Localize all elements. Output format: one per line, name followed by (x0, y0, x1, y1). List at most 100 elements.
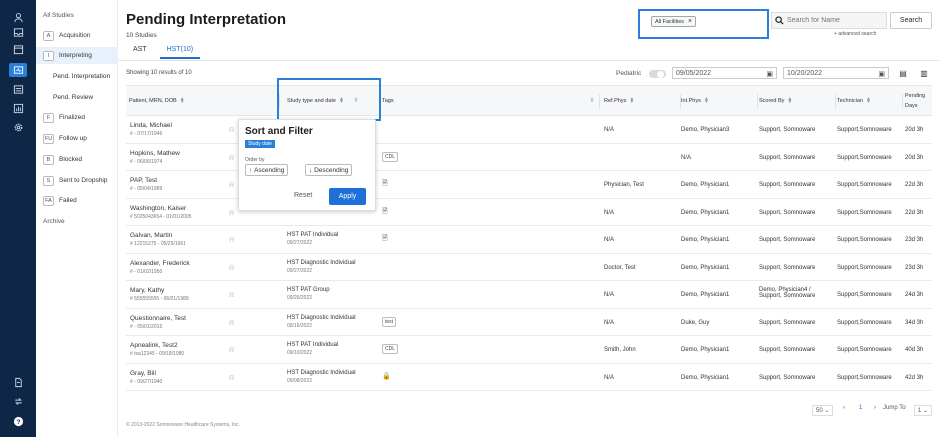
document-tag-icon[interactable]: 🗎 (382, 208, 388, 215)
ascending-button[interactable]: ↑ Ascending (245, 164, 289, 176)
patient-cell[interactable]: Apnealink, Test2 # tsa12345 - 09/18/1980 (130, 342, 184, 357)
calendar-icon[interactable] (9, 42, 27, 56)
bell-icon[interactable]: ⍾ (229, 345, 234, 355)
sidebar-item-sent-to-dropship[interactable]: S Sent to Dropship (36, 172, 118, 189)
tag-badge[interactable]: test (382, 316, 397, 327)
search-button[interactable]: Search (890, 12, 932, 29)
bell-icon[interactable]: ⍾ (229, 125, 234, 135)
report-icon[interactable] (9, 82, 27, 96)
patient-cell[interactable]: Questionnaire, Test # - 05/01/2016 (130, 315, 186, 330)
document-tag-icon[interactable]: 🗎 (382, 235, 388, 242)
sidebar-item-follow-up[interactable]: FU Follow up (36, 130, 118, 147)
tab-hst[interactable]: HST(10) (159, 45, 201, 59)
col-tags[interactable]: Tags ⊽ (382, 86, 600, 115)
calendar-icon[interactable]: ▣ (766, 70, 773, 78)
bell-icon[interactable]: ⍾ (229, 290, 234, 300)
patient-name[interactable]: Linda, Michael (130, 122, 172, 129)
bell-icon[interactable]: ⍾ (229, 153, 234, 163)
reset-button[interactable]: Reset (294, 192, 312, 199)
users-icon[interactable] (9, 10, 27, 24)
table-row[interactable]: Mary, Kathy # 555555555 - 06/01/1989 ⍾ HST … (126, 281, 932, 309)
chart-icon[interactable] (9, 101, 27, 115)
sidebar-item-blocked[interactable]: B Blocked (36, 151, 118, 168)
date-from-field[interactable]: 09/05/2022 ▣ (672, 67, 777, 79)
sidebar-item-pend-review[interactable]: Pend. Review (36, 89, 118, 106)
descending-button[interactable]: ↓ Descending (305, 164, 353, 176)
document-tag-icon[interactable]: 🗎 (382, 180, 388, 187)
close-icon[interactable]: × (688, 18, 692, 25)
sort-icon[interactable]: ▲ ▼ (629, 96, 634, 104)
help-icon[interactable]: ? (9, 414, 27, 428)
tag-badge[interactable]: CDL (382, 151, 399, 162)
columns-icon[interactable]: ▤ (898, 68, 908, 78)
col-ref-phys[interactable]: Ref.Phys ▲ ▼ (604, 86, 681, 115)
col-technician[interactable]: Technician ▲ ▼ (837, 86, 903, 115)
bell-icon[interactable]: ⍾ (229, 208, 234, 218)
sidebar-item-interpreting[interactable]: I Interpreting (36, 47, 118, 64)
current-page[interactable]: 1 (859, 405, 862, 411)
patient-name[interactable]: PAP, Test (130, 177, 162, 184)
sort-icon[interactable]: ▲ ▼ (787, 96, 792, 104)
monitor-icon[interactable] (9, 63, 27, 77)
patient-name[interactable]: Alexander, Frederick (130, 260, 190, 267)
table-row[interactable]: Galvan, Martin # 12215275 - 05/29/1961 ⍾ HS… (126, 226, 932, 254)
col-int-phys[interactable]: Int.Phys ▲ ▼ (681, 86, 758, 115)
sort-icon[interactable]: ▲ ▼ (180, 96, 185, 104)
patient-name[interactable]: Gray, Bill (130, 370, 162, 377)
sidebar-item-acquisition[interactable]: A Acquisition (36, 27, 118, 44)
date-to-field[interactable]: 10/20/2022 ▣ (783, 67, 889, 79)
patient-name[interactable]: Washington, Kaiser (130, 205, 191, 212)
facility-chip[interactable]: All Facilities × (651, 16, 697, 27)
search-input[interactable] (787, 17, 882, 24)
patient-name[interactable]: Questionnaire, Test (130, 315, 186, 322)
table-row[interactable]: Gray, Bill # - 09/27/1940 ⍾ HST Diagnostic … (126, 364, 932, 391)
bell-icon[interactable]: ⍾ (229, 263, 234, 273)
calendar-icon[interactable]: ▣ (878, 70, 885, 78)
advanced-search-link[interactable]: + advanced search (834, 31, 876, 37)
sidebar-all-studies[interactable]: All Studies (36, 7, 118, 24)
patient-cell[interactable]: Washington, Kaiser # 5025043654 - 01/01/2… (130, 205, 191, 220)
apply-button[interactable]: Apply (329, 188, 366, 205)
patient-cell[interactable]: Alexander, Frederick # - 01/02/1950 (130, 260, 190, 275)
tag-badge[interactable]: CDL (382, 344, 399, 354)
col-scored-by[interactable]: Scored By ▲ ▼ (759, 86, 836, 115)
lock-icon[interactable]: 🔒 (382, 373, 391, 380)
bell-icon[interactable]: ⍾ (229, 318, 234, 328)
bell-icon[interactable]: ⍾ (229, 373, 234, 383)
col-pending-days[interactable]: Pending Days (905, 86, 931, 115)
patient-name[interactable]: Apnealink, Test2 (130, 342, 184, 349)
patient-name[interactable]: Galvan, Martin (130, 232, 186, 239)
tab-ast[interactable]: AST (126, 45, 154, 59)
bell-icon[interactable]: ⍾ (229, 235, 234, 245)
patient-cell[interactable]: Galvan, Martin # 12215275 - 05/29/1961 (130, 232, 186, 247)
table-row[interactable]: Apnealink, Test2 # tsa12345 - 09/18/1980 ⍾… (126, 336, 932, 364)
filter-icon[interactable]: ⊽ (590, 98, 594, 104)
export-icon[interactable]: ▥ (919, 68, 929, 78)
prev-page-icon[interactable]: ‹ (843, 405, 845, 411)
patient-name[interactable]: Mary, Kathy (130, 287, 189, 294)
patient-cell[interactable]: Linda, Michael # - 07/17/1946 (130, 122, 172, 137)
table-row[interactable]: Questionnaire, Test # - 05/01/2016 ⍾ HST Di… (126, 309, 932, 336)
page-size-select[interactable]: 50 ⌄ (812, 405, 834, 416)
patient-cell[interactable]: Mary, Kathy # 555555555 - 06/01/1989 (130, 287, 189, 302)
table-row[interactable]: Alexander, Frederick # - 01/02/1950 ⍾ HST D… (126, 254, 932, 281)
bell-icon[interactable]: ⍾ (229, 180, 234, 190)
document-icon[interactable] (9, 375, 27, 389)
facility-filter[interactable]: All Facilities × (638, 9, 769, 39)
gear-icon[interactable] (9, 120, 27, 134)
sidebar-item-failed[interactable]: FA Failed (36, 192, 118, 209)
sort-icon[interactable]: ▲ ▼ (866, 96, 871, 104)
col-patient[interactable]: Patient, MRN, DOB ▲ ▼ (129, 86, 280, 115)
sort-icon[interactable]: ▲ ▼ (704, 96, 709, 104)
pediatric-toggle[interactable] (649, 70, 666, 78)
patient-name[interactable]: Hopkins, Mathew (130, 150, 180, 157)
sync-icon[interactable] (9, 394, 27, 408)
jump-to-select[interactable]: 1 ⌄ (914, 405, 933, 416)
sidebar-archive[interactable]: Archive (36, 213, 118, 230)
patient-cell[interactable]: Gray, Bill # - 09/27/1940 (130, 370, 162, 385)
sidebar-item-pend-interpretation[interactable]: Pend. Interpretation (36, 68, 118, 85)
patient-cell[interactable]: Hopkins, Mathew # - 06/06/1974 (130, 150, 180, 165)
patient-cell[interactable]: PAP, Test # - 05/04/1989 (130, 177, 162, 192)
sidebar-item-finalized[interactable]: F Finalized (36, 109, 118, 126)
inbox-icon[interactable] (9, 25, 27, 39)
